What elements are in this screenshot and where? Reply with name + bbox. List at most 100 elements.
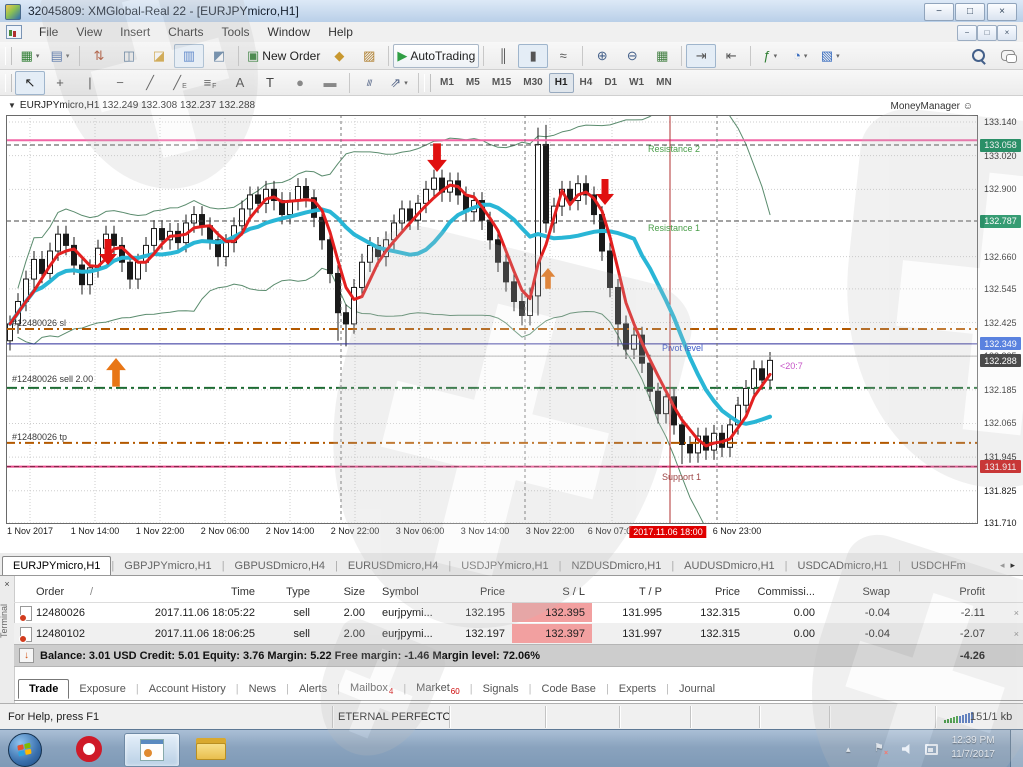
close-order-icon[interactable]: ×	[1014, 623, 1019, 644]
chart-tab-audusdmicro-h1[interactable]: AUDUSDmicro,H1	[674, 557, 784, 575]
action-center-flag-icon[interactable]: ⚑	[874, 741, 884, 754]
chart-tab-usdcadmicro-h1[interactable]: USDCADmicro,H1	[788, 557, 898, 575]
zoom-out-button[interactable]: ⊖	[617, 44, 647, 68]
price-scale[interactable]: 133.140133.020132.900132.660132.545132.4…	[978, 96, 1023, 553]
tabs-scroll-left-icon[interactable]: ◂	[1000, 560, 1005, 571]
new-order-button[interactable]: ▣New Order	[243, 44, 324, 68]
market-watch-button[interactable]: ⇅	[84, 44, 114, 68]
vertical-line-button[interactable]: |	[75, 71, 105, 95]
trendline-button[interactable]: ╱	[135, 71, 165, 95]
menu-item-tools[interactable]: Tools	[213, 23, 259, 41]
chart-window[interactable]: ▼EURJPYmicro,H1 132.249 132.308 132.237 …	[0, 96, 1023, 553]
menu-item-help[interactable]: Help	[319, 23, 362, 41]
periods-button[interactable]: ◔▾	[785, 44, 815, 68]
tabs-scroll-right-icon[interactable]: ▸	[1010, 560, 1015, 571]
chat-button[interactable]	[993, 44, 1023, 68]
auto-scroll-button[interactable]: ⇥	[686, 44, 716, 68]
maximize-button[interactable]: □	[955, 3, 985, 21]
indicators-button[interactable]: ƒ▾	[755, 44, 785, 68]
fibonacci-button[interactable]: ≡F	[195, 71, 225, 95]
order-row-12480102[interactable]: 124801022017.11.06 18:06:25sell2.00eurjp…	[14, 623, 1023, 644]
timeframe-m15[interactable]: M15	[486, 73, 517, 93]
text-label-button[interactable]: T	[255, 71, 285, 95]
terminal-tab-alerts[interactable]: Alerts	[289, 680, 337, 698]
terminal-tab-code-base[interactable]: Code Base	[532, 680, 606, 698]
metaeditor-button[interactable]: ◆	[324, 44, 354, 68]
timeframe-h4[interactable]: H4	[574, 73, 599, 93]
terminal-tab-exposure[interactable]: Exposure	[69, 680, 135, 698]
chart-plot-area[interactable]: Resistance 2Resistance 1Pivot level<20:7…	[6, 115, 978, 524]
time-axis[interactable]: 1 Nov 20171 Nov 14:001 Nov 22:002 Nov 06…	[0, 526, 1023, 542]
terminal-tab-journal[interactable]: Journal	[669, 680, 725, 698]
timeframe-w1[interactable]: W1	[623, 73, 650, 93]
horizontal-line-button[interactable]: −	[105, 71, 135, 95]
text-button[interactable]: A	[225, 71, 255, 95]
child-close-button[interactable]: ×	[997, 25, 1017, 41]
arrows-tool-button[interactable]: ⇗▾	[384, 71, 414, 95]
terminal-tab-market[interactable]: Market60	[406, 679, 470, 699]
terminal-panel-button[interactable]: ▥	[174, 44, 204, 68]
close-order-icon[interactable]: ×	[1014, 602, 1019, 623]
zoom-in-button[interactable]: ⊕	[587, 44, 617, 68]
candlestick-chart-button[interactable]: ▮	[518, 44, 548, 68]
menu-item-view[interactable]: View	[67, 23, 111, 41]
profiles-button[interactable]: ▤▾	[45, 44, 75, 68]
templates-button[interactable]: ▧▾	[815, 44, 845, 68]
terminal-tab-trade[interactable]: Trade	[18, 679, 69, 699]
strategy-tester-button[interactable]: ◩	[204, 44, 234, 68]
chart-tab-eurjpymicro-h1[interactable]: EURJPYmicro,H1	[2, 556, 111, 575]
bar-chart-button[interactable]: ║	[488, 44, 518, 68]
timeframe-h1[interactable]: H1	[549, 73, 574, 93]
terminal-tab-news[interactable]: News	[239, 680, 287, 698]
child-restore-button[interactable]: □	[977, 25, 997, 41]
terminal-close-icon[interactable]: ×	[1, 578, 13, 590]
menu-item-insert[interactable]: Insert	[111, 23, 159, 41]
close-button[interactable]: ×	[987, 3, 1017, 21]
terminal-tab-mailbox[interactable]: Mailbox4	[340, 679, 403, 699]
timeframe-m5[interactable]: M5	[460, 73, 486, 93]
chart-tab-eurusdmicro-h4[interactable]: EURUSDmicro,H4	[338, 557, 448, 575]
data-window-button[interactable]: ◫	[114, 44, 144, 68]
tray-expand-icon[interactable]: ▴	[846, 744, 851, 755]
crosshair-button[interactable]: +	[45, 71, 75, 95]
rectangle-button[interactable]: ▬	[315, 71, 345, 95]
start-button[interactable]	[8, 733, 42, 767]
order-row-12480026[interactable]: 124800262017.11.06 18:05:22sell2.00eurjp…	[14, 602, 1023, 623]
child-minimize-button[interactable]: −	[957, 25, 977, 41]
menu-item-file[interactable]: File	[30, 23, 67, 41]
tile-windows-button[interactable]: ▦	[647, 44, 677, 68]
explorer-taskbar-icon[interactable]	[196, 738, 226, 760]
system-clock[interactable]: 12:39 PM 11/7/2017	[951, 734, 995, 762]
chart-tab-nzdusdmicro-h1[interactable]: NZDUSDmicro,H1	[561, 557, 671, 575]
equidistant-channel-button[interactable]: ╱E	[165, 71, 195, 95]
terminal-tab-account-history[interactable]: Account History	[139, 680, 236, 698]
chart-tab-gbpjpymicro-h1[interactable]: GBPJPYmicro,H1	[114, 557, 221, 575]
network-icon[interactable]	[925, 744, 938, 755]
opera-taskbar-icon[interactable]	[76, 736, 102, 762]
menu-item-charts[interactable]: Charts	[159, 23, 212, 41]
timeframe-mn[interactable]: MN	[650, 73, 678, 93]
mt4-taskbar-button[interactable]	[124, 733, 180, 767]
navigator-button[interactable]: ◪	[144, 44, 174, 68]
chart-tab-gbpusdmicro-h4[interactable]: GBPUSDmicro,H4	[225, 557, 335, 575]
chart-shift-button[interactable]: ⇤	[716, 44, 746, 68]
search-button[interactable]	[963, 44, 993, 68]
terminal-tab-experts[interactable]: Experts	[609, 680, 666, 698]
show-desktop-button[interactable]	[1010, 730, 1023, 767]
ellipse-button[interactable]: ●	[285, 71, 315, 95]
styler-button[interactable]: ▨	[354, 44, 384, 68]
chart-tab-usdchfm[interactable]: USDCHFm	[901, 557, 976, 575]
parallel-lines-button[interactable]: ///	[354, 71, 384, 95]
menu-item-window[interactable]: Window	[259, 23, 320, 41]
timeframe-m30[interactable]: M30	[517, 73, 548, 93]
new-chart-button[interactable]: ▦▾	[15, 44, 45, 68]
cursor-button[interactable]: ↖	[15, 71, 45, 95]
terminal-tab-signals[interactable]: Signals	[473, 680, 529, 698]
line-chart-button[interactable]: ≈	[548, 44, 578, 68]
timeframe-d1[interactable]: D1	[598, 73, 623, 93]
minimize-button[interactable]: −	[924, 3, 954, 21]
volume-icon[interactable]	[902, 743, 914, 755]
timeframe-m1[interactable]: M1	[434, 73, 460, 93]
chart-tab-usdjpymicro-h1[interactable]: USDJPYmicro,H1	[451, 557, 558, 575]
autotrading-button[interactable]: ▶AutoTrading	[393, 44, 479, 68]
